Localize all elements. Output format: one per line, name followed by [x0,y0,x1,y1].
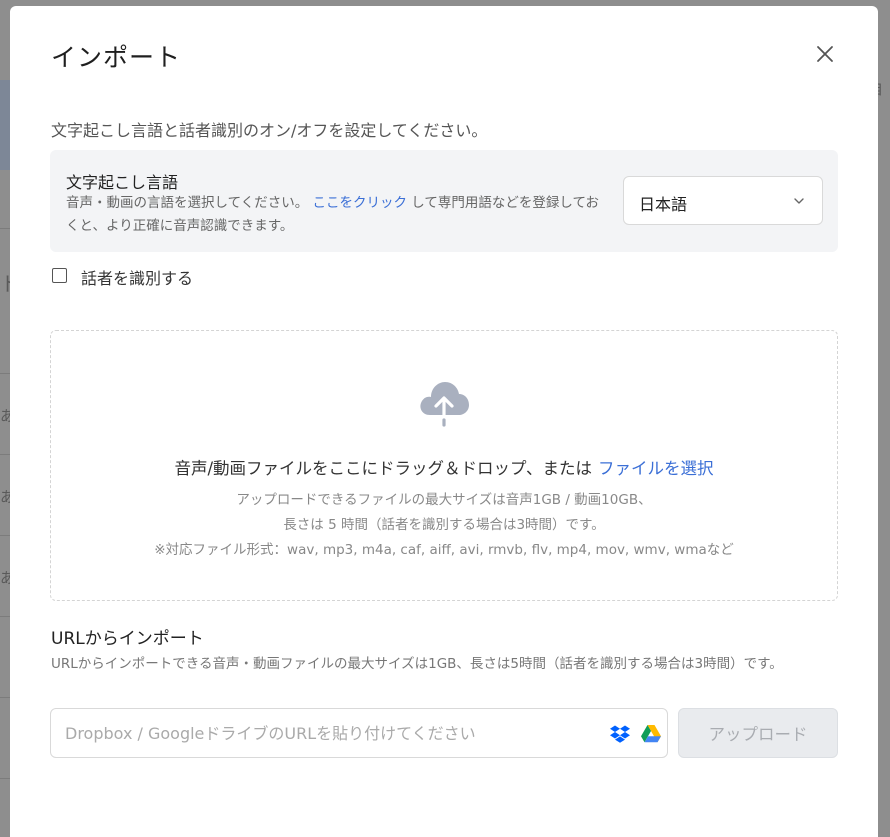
background-thumbnail [0,80,10,170]
close-button[interactable] [813,42,837,66]
modal-title: インポート [51,43,182,72]
upload-button[interactable]: アップロード [678,708,838,758]
dropzone-note: 長さは 5 時間（話者を識別する場合は3時間）です。 [283,517,605,533]
language-description: 音声・動画の言語を選択してください。 ここをクリック して専門用語などを登録して… [66,192,606,238]
language-panel: 文字起こし言語 音声・動画の言語を選択してください。 ここをクリック して専門用… [50,150,838,252]
url-import-title: URLからインポート [51,629,204,649]
language-select[interactable]: 日本語 [623,176,823,225]
dropzone-note: アップロードできるファイルの最大サイズは音声1GB / 動画10GB、 [236,492,652,508]
terminology-link[interactable]: ここをクリック [312,195,407,211]
cloud-upload-icon [420,382,469,427]
chevron-down-icon [794,198,804,204]
dropzone-main-text: 音声/動画ファイルをここにドラッグ＆ドロップ、または [174,459,593,478]
dropzone-format-note: ※対応ファイル形式：wav, mp3, m4a, caf, aiff, avi,… [154,542,734,558]
url-import-description: URLからインポートできる音声・動画ファイルの最大サイズは1GB、長さは5時間（… [51,656,783,672]
url-input-container [50,708,668,758]
language-title: 文字起こし言語 [66,173,179,192]
language-desc-text: 音声・動画の言語を選択してください。 [66,195,313,211]
google-drive-icon[interactable] [640,724,662,744]
dropbox-icon[interactable] [609,724,631,744]
close-icon [817,46,833,62]
dropzone-instruction: 音声/動画ファイルをここにドラッグ＆ドロップ、または ファイルを選択 [51,455,837,479]
modal-subtitle: 文字起こし言語と話者識別のオン/オフを設定してください。 [51,121,488,140]
speaker-checkbox[interactable] [52,268,67,283]
speaker-checkbox-label: 話者を識別する [81,269,194,288]
language-selected-value: 日本語 [639,195,688,214]
select-file-link[interactable]: ファイルを選択 [598,459,714,478]
file-dropzone[interactable]: 音声/動画ファイルをここにドラッグ＆ドロップ、または ファイルを選択 アップロード… [50,330,838,601]
url-input[interactable] [65,709,595,757]
import-modal: インポート 文字起こし言語と話者識別のオン/オフを設定してください。 文字起こし… [10,6,878,837]
